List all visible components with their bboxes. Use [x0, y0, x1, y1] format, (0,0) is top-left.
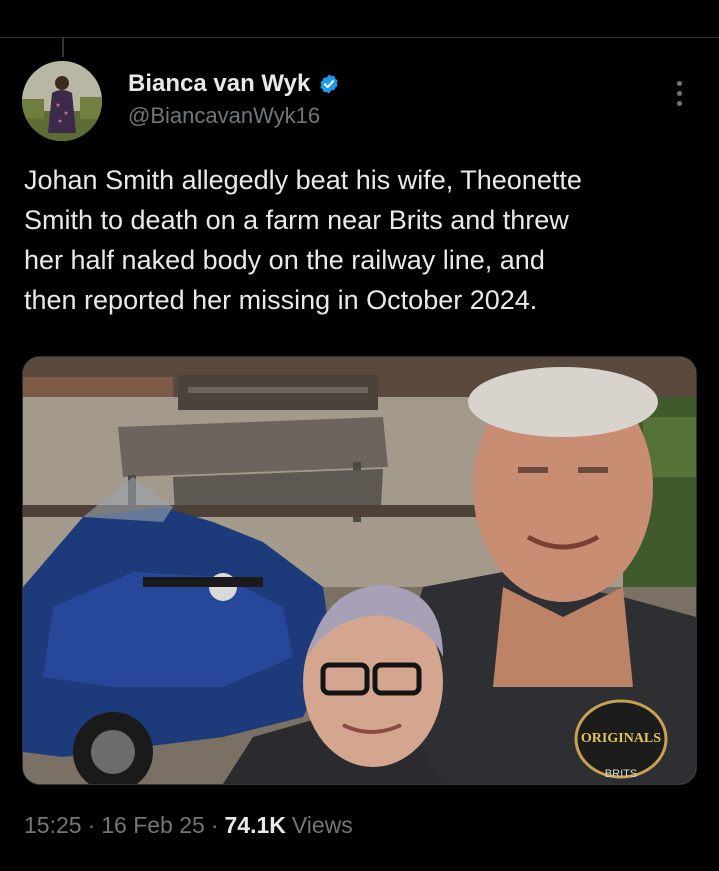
thread-connector-line [62, 37, 64, 57]
tweet-meta: 15:25 · 16 Feb 25 · 74.1K Views [24, 812, 353, 839]
author-name-row[interactable]: Bianca van Wyk [128, 70, 340, 98]
meta-separator: · [87, 812, 96, 838]
jacket-patch-brits: BRITS [605, 768, 637, 780]
tweet-date[interactable]: 16 Feb 25 [101, 812, 205, 839]
tweet-photo[interactable]: ORIGINALS BRITS [22, 356, 697, 785]
author-handle[interactable]: @BiancavanWyk16 [128, 103, 320, 129]
top-bar [0, 0, 719, 38]
tweet-time[interactable]: 15:25 [24, 812, 82, 839]
more-options-icon[interactable] [664, 77, 694, 109]
meta-separator: · [210, 812, 219, 838]
jacket-patch-originals: ORIGINALS [581, 731, 661, 746]
avatar-image [22, 61, 102, 141]
views-label[interactable]: Views [292, 812, 353, 839]
avatar[interactable] [22, 61, 102, 141]
verified-badge-icon [320, 74, 338, 94]
photo-selfie-couple-motorbike: ORIGINALS BRITS [23, 357, 696, 784]
author-display-name[interactable]: Bianca van Wyk [128, 70, 310, 98]
tweet-text: Johan Smith allegedly beat his wife, The… [24, 165, 582, 315]
views-count[interactable]: 74.1K [225, 812, 286, 839]
